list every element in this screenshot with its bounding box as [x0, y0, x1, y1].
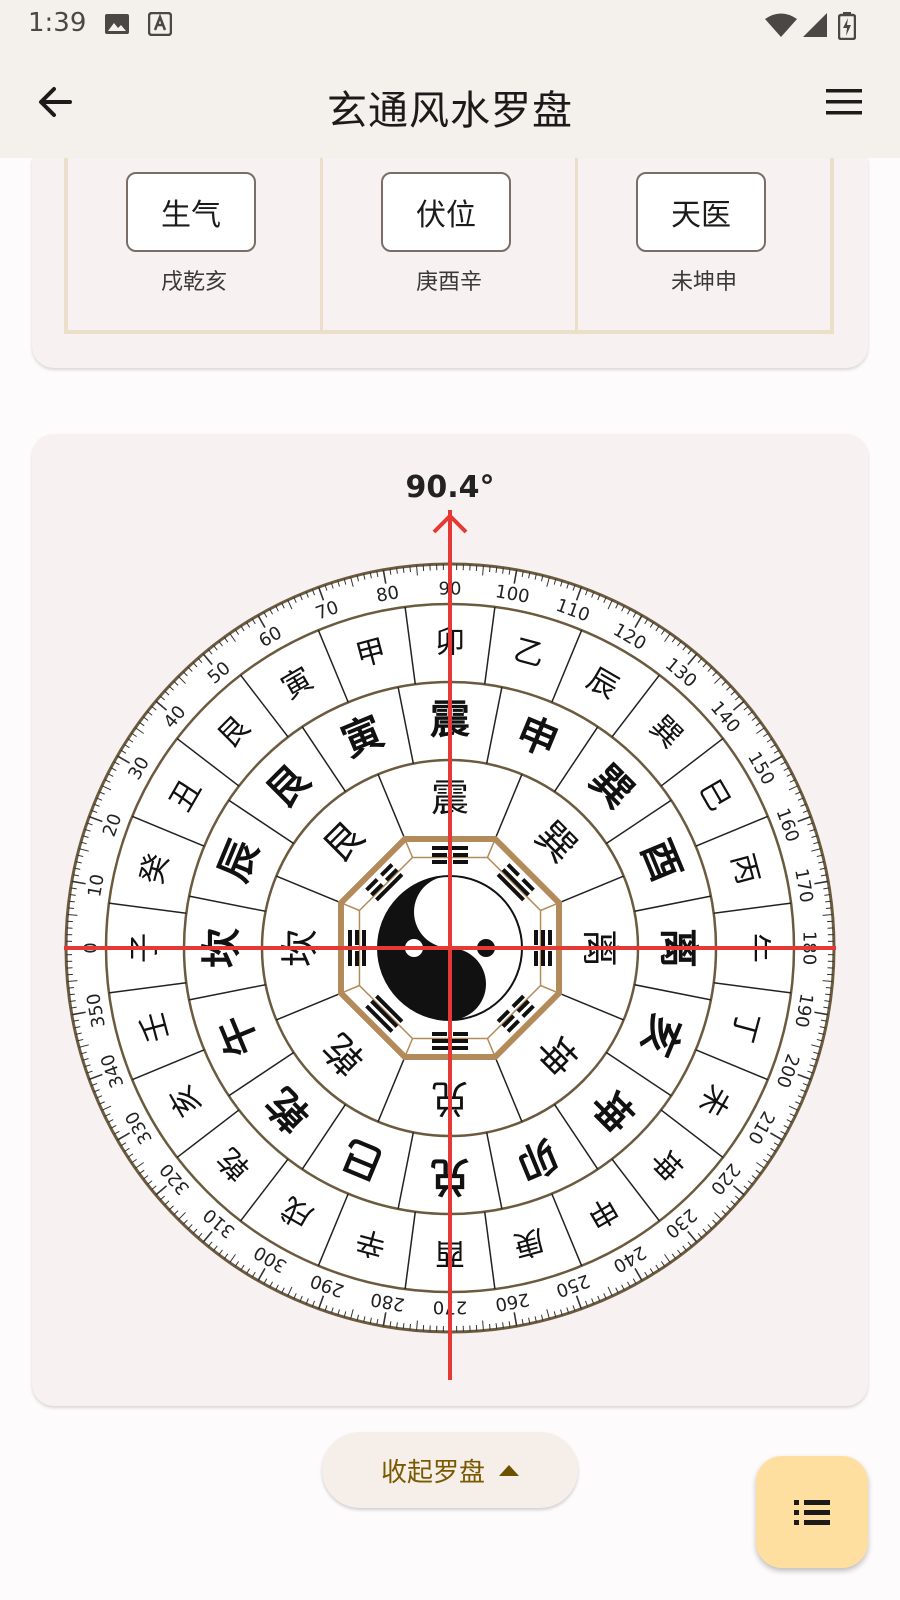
degree-tick	[68, 907, 75, 909]
direction-grid: 生气 戌乾亥 伏位 庚酉辛 天医 未坤申	[64, 158, 834, 334]
list-fab-button[interactable]	[756, 1456, 868, 1568]
degree-tick	[825, 987, 832, 989]
trigram-line	[548, 951, 552, 966]
image-notification-icon	[105, 14, 129, 34]
cellular-signal-icon	[803, 13, 827, 37]
trigram-line	[432, 1032, 447, 1036]
direction-cell: 天医 未坤申	[578, 158, 830, 330]
hamburger-menu-icon[interactable]	[824, 82, 864, 122]
feng-shui-compass[interactable]: 0102030405060708090100110120130140150160…	[0, 510, 900, 1390]
status-time: 1:39	[28, 8, 87, 38]
trigram-line	[453, 1032, 468, 1036]
degree-tick	[489, 1323, 491, 1330]
collapse-button-label: 收起罗盘	[380, 1457, 485, 1488]
trigram-line	[453, 853, 468, 857]
trigram-line	[355, 930, 359, 945]
degree-tick	[409, 566, 411, 573]
wifi-icon	[765, 13, 797, 37]
caret-up-icon	[499, 1464, 519, 1476]
degree-label: 80	[375, 582, 401, 607]
star-badge[interactable]: 天医	[636, 172, 766, 252]
trigram-line	[432, 853, 447, 857]
trigram-line	[432, 860, 447, 864]
collapse-compass-button[interactable]: 收起罗盘	[322, 1432, 578, 1508]
direction-cell: 伏位 庚酉辛	[323, 158, 578, 330]
degree-label: 10	[84, 873, 109, 899]
degree-tick	[68, 987, 75, 989]
mountain-label: 庚酉辛	[415, 270, 482, 295]
trigram-line	[534, 930, 538, 945]
mountain-label: 戌乾亥	[160, 270, 227, 295]
trigram-line	[453, 860, 468, 864]
degree-tick	[489, 566, 491, 573]
trigram-line	[548, 930, 552, 945]
battery-charging-icon	[838, 12, 856, 40]
status-bar: 1:39	[0, 0, 900, 48]
heading-readout: 90.4°	[405, 470, 495, 505]
star-badge[interactable]: 生气	[126, 172, 256, 252]
page-title: 玄通风水罗盘	[327, 88, 573, 134]
star-badge[interactable]: 伏位	[381, 172, 511, 252]
trigram-line	[534, 951, 538, 966]
list-icon	[794, 1500, 830, 1525]
app-bar: 玄通风水罗盘	[0, 48, 900, 158]
direction-stars-card: 生气 戌乾亥 伏位 庚酉辛 天医 未坤申	[32, 158, 868, 368]
degree-tick	[409, 1323, 411, 1330]
text-notification-icon	[148, 12, 172, 36]
direction-cell: 生气 戌乾亥	[68, 158, 323, 330]
mountain-label: 未坤申	[670, 270, 737, 295]
trigram-line	[355, 951, 359, 966]
degree-tick	[825, 907, 832, 909]
